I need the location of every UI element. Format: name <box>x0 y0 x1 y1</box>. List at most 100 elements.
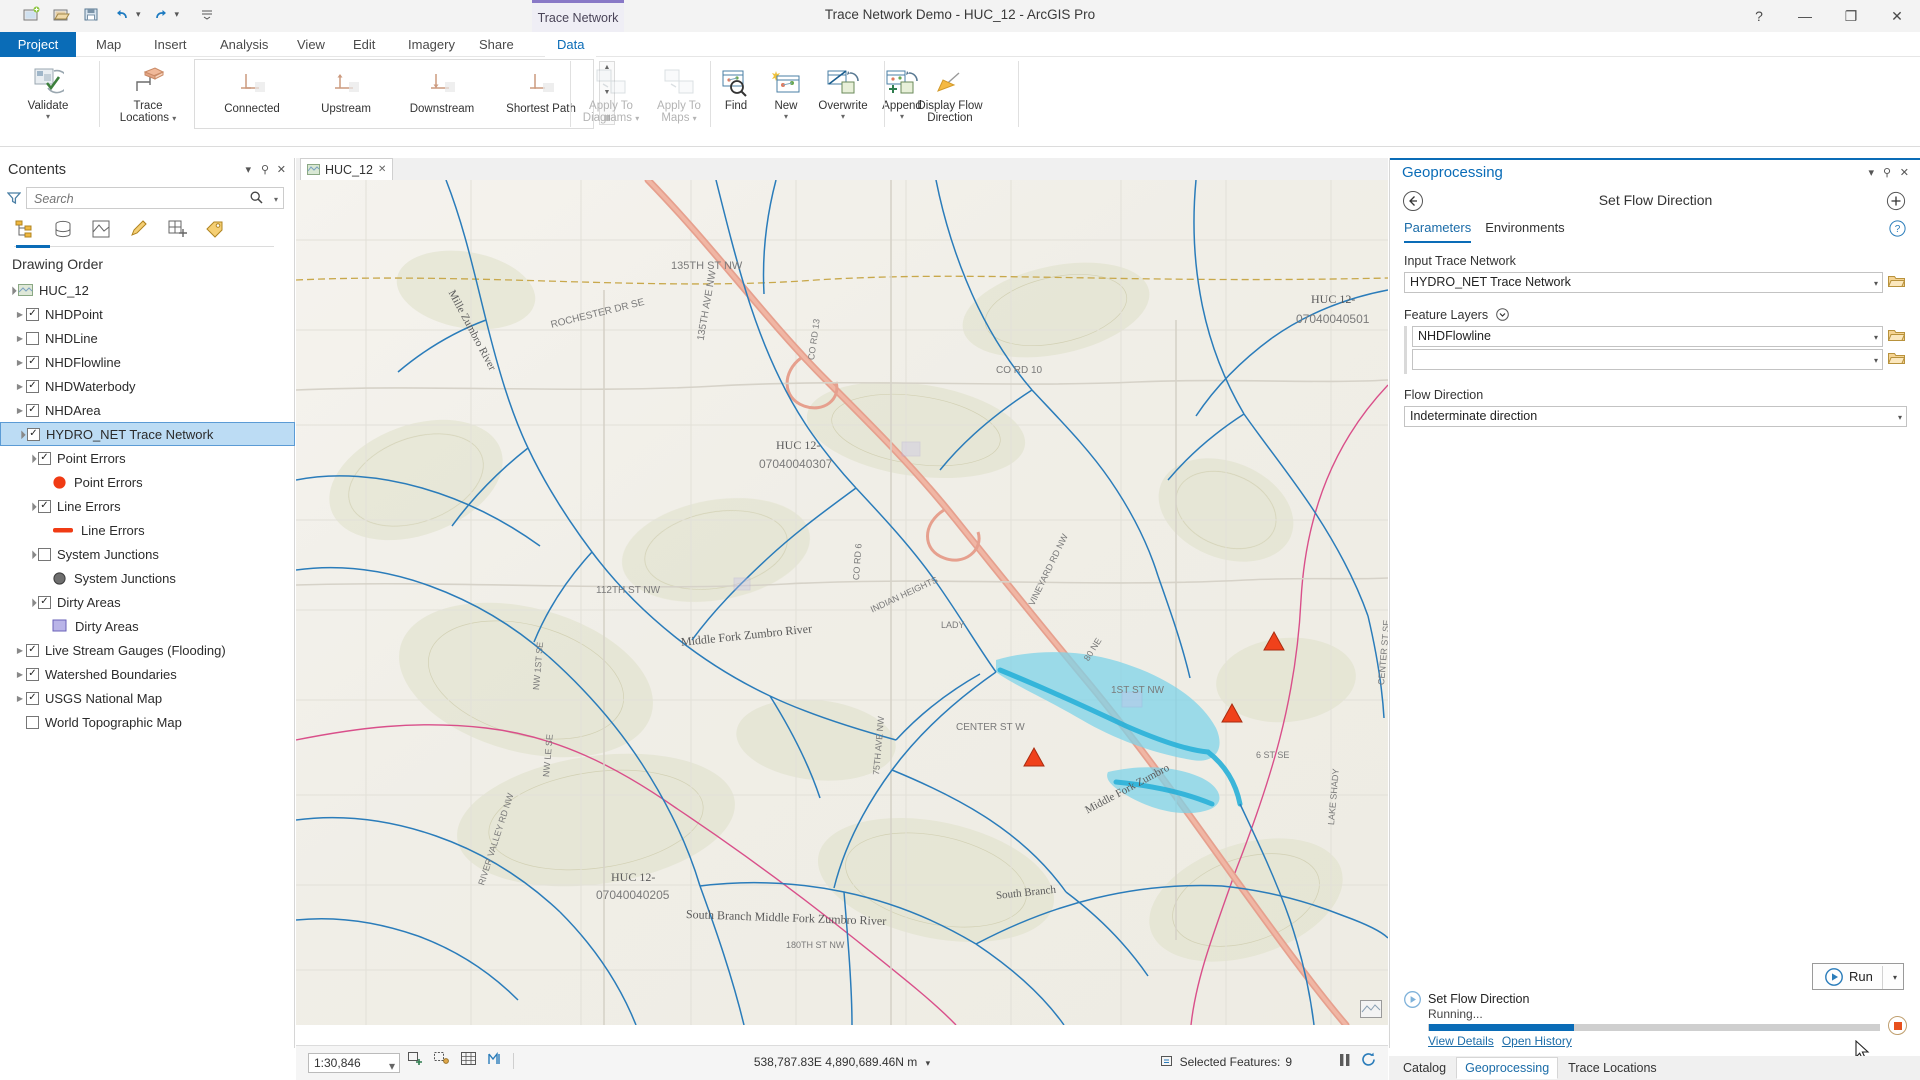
add-icon[interactable] <box>1886 191 1906 214</box>
layer-visibility-checkbox[interactable]: ✓ <box>38 595 51 609</box>
upstream-button[interactable]: Upstream <box>303 60 389 115</box>
feature-layers-row-2-browse-button[interactable] <box>1887 350 1906 367</box>
help-button[interactable]: ? <box>1736 0 1782 32</box>
expand-right-icon[interactable]: ▶ <box>14 334 26 343</box>
layer-visibility-checkbox[interactable] <box>26 715 39 729</box>
new-project-icon[interactable] <box>22 4 42 24</box>
tab-edit[interactable]: Edit <box>341 32 387 57</box>
run-button-dropdown-icon[interactable]: ▾ <box>1893 973 1897 982</box>
map-canvas[interactable]: 135TH ST NW ROCHESTER DR SE Mille Zumbro R… <box>296 180 1388 1025</box>
pause-drawing-icon[interactable] <box>1339 1053 1351 1070</box>
search-input[interactable] <box>32 190 247 207</box>
tab-data[interactable]: Data <box>545 32 597 57</box>
new-diagram-button[interactable]: New ▾ <box>762 57 810 121</box>
tab-environments[interactable]: Environments <box>1485 220 1564 243</box>
tree-item[interactable]: System Junctions <box>0 566 295 590</box>
contextual-tab-group-trace-network[interactable]: Trace Network <box>532 0 624 32</box>
view-details-link[interactable]: View Details <box>1428 1034 1494 1048</box>
layer-visibility-checkbox[interactable]: ✓ <box>26 643 39 657</box>
expand-right-icon[interactable]: ▶ <box>14 382 26 391</box>
redo-dropdown-icon[interactable]: ▾ <box>175 9 180 20</box>
cancel-run-button[interactable] <box>1888 1016 1907 1035</box>
expand-right-icon[interactable]: ▶ <box>14 694 26 703</box>
save-project-icon[interactable] <box>82 4 102 24</box>
layer-visibility-checkbox[interactable]: ✓ <box>26 667 39 681</box>
contents-menu-icon[interactable]: ▾ <box>245 163 251 176</box>
apply-to-diagrams-dropdown-icon[interactable]: ▾ <box>635 114 639 123</box>
validate-button[interactable]: Validate ▾ <box>12 57 84 121</box>
display-flow-direction-button[interactable]: Display Flow Direction <box>904 57 996 124</box>
layer-visibility-checkbox[interactable]: ✓ <box>27 427 40 441</box>
symbol-swatch-square[interactable] <box>52 619 68 633</box>
list-by-snapping-icon[interactable] <box>166 218 188 240</box>
layer-visibility-checkbox[interactable] <box>38 547 51 561</box>
close-button[interactable]: ✕ <box>1874 0 1920 32</box>
tree-item[interactable]: ◢ ✓ Point Errors <box>0 446 295 470</box>
dock-tab-catalog[interactable]: Catalog <box>1395 1058 1454 1078</box>
tab-share[interactable]: Share <box>467 32 526 57</box>
downstream-button[interactable]: Downstream <box>397 60 487 115</box>
expand-right-icon[interactable]: ▶ <box>14 670 26 679</box>
minimize-button[interactable]: — <box>1782 0 1828 32</box>
validate-dropdown-icon[interactable]: ▾ <box>46 113 50 121</box>
filter-icon[interactable] <box>6 191 22 208</box>
undo-dropdown-icon[interactable]: ▾ <box>136 9 141 20</box>
expand-right-icon[interactable]: ▶ <box>14 310 26 319</box>
layer-visibility-checkbox[interactable] <box>26 331 39 345</box>
dock-tab-trace-locations[interactable]: Trace Locations <box>1560 1058 1664 1078</box>
tree-item[interactable]: Point Errors <box>0 470 295 494</box>
shortest-path-button[interactable]: Shortest Path <box>493 60 589 115</box>
layer-visibility-checkbox[interactable]: ✓ <box>38 451 51 465</box>
tab-project[interactable]: Project <box>0 32 76 57</box>
layer-visibility-checkbox[interactable]: ✓ <box>26 355 39 369</box>
tree-item[interactable]: ▶ ✓ NHDArea <box>0 398 295 422</box>
geoprocessing-menu-icon[interactable]: ▾ <box>1868 166 1874 179</box>
trace-locations-dropdown-icon[interactable]: ▾ <box>172 114 176 123</box>
tree-item[interactable]: ◢ ✓ Dirty Areas <box>0 590 295 614</box>
tree-item[interactable]: ▶ ✓ Live Stream Gauges (Flooding) <box>0 638 295 662</box>
feature-layers-row-1[interactable]: NHDFlowline ▾ <box>1412 326 1883 347</box>
input-trace-network-field[interactable]: HYDRO_NET Trace Network ▾ <box>1404 272 1883 293</box>
contents-pin-icon[interactable]: ⚲ <box>261 163 269 176</box>
trace-locations-button[interactable]: Trace Locations ▾ <box>110 57 186 124</box>
tab-view[interactable]: View <box>285 32 337 57</box>
layer-visibility-checkbox[interactable]: ✓ <box>38 499 51 513</box>
run-button[interactable]: Run ▾ <box>1812 963 1904 990</box>
new-diagram-dropdown-icon[interactable]: ▾ <box>784 113 788 121</box>
dock-tab-geoprocessing[interactable]: Geoprocessing <box>1456 1057 1559 1079</box>
input-trace-network-dropdown-icon[interactable]: ▾ <box>1874 279 1878 288</box>
layer-visibility-checkbox[interactable]: ✓ <box>26 691 39 705</box>
map-tab-huc12[interactable]: HUC_12 ✕ <box>300 158 394 180</box>
list-by-selection-icon[interactable] <box>90 218 112 240</box>
redo-icon[interactable] <box>151 4 171 24</box>
tab-parameters[interactable]: Parameters <box>1404 220 1472 243</box>
selected-features-indicator[interactable]: Selected Features: 9 <box>1160 1055 1292 1069</box>
geoprocessing-pin-icon[interactable]: ⚲ <box>1883 166 1891 179</box>
tab-analysis[interactable]: Analysis <box>208 32 280 57</box>
maximize-button[interactable]: ❐ <box>1828 0 1874 32</box>
list-by-drawing-order-icon[interactable] <box>14 218 36 240</box>
feature-layers-expand-icon[interactable] <box>1495 308 1509 324</box>
coordinate-units-dropdown-icon[interactable]: ▾ <box>926 1058 931 1068</box>
tab-map[interactable]: Map <box>84 32 133 57</box>
tab-insert[interactable]: Insert <box>142 32 199 57</box>
customize-qat-icon[interactable] <box>197 4 217 24</box>
overwrite-diagram-button[interactable]: Overwrite ▾ <box>812 57 874 121</box>
tree-item[interactable]: Line Errors <box>0 518 295 542</box>
tree-item[interactable]: Dirty Areas <box>0 614 295 638</box>
find-diagram-button[interactable]: Find <box>714 57 758 112</box>
tree-item-selected[interactable]: ◢ ✓ HYDRO_NET Trace Network <box>0 422 295 446</box>
expand-right-icon[interactable]: ▶ <box>14 358 26 367</box>
layer-visibility-checkbox[interactable]: ✓ <box>26 307 39 321</box>
search-icon[interactable] <box>250 191 263 207</box>
list-by-labeling-icon[interactable] <box>204 218 226 240</box>
flow-direction-dropdown-icon[interactable]: ▾ <box>1898 413 1902 422</box>
flow-direction-field[interactable]: Indeterminate direction ▾ <box>1404 406 1907 427</box>
tree-item[interactable]: ▶ ✓ NHDPoint <box>0 302 295 326</box>
refresh-icon[interactable] <box>1361 1052 1376 1070</box>
geoprocessing-close-icon[interactable]: ✕ <box>1900 166 1909 179</box>
map-overview-icon[interactable] <box>1360 1000 1382 1021</box>
tree-item[interactable]: World Topographic Map <box>0 710 295 734</box>
feature-layers-row-2[interactable]: ▾ <box>1412 349 1883 370</box>
layer-visibility-checkbox[interactable]: ✓ <box>26 379 39 393</box>
